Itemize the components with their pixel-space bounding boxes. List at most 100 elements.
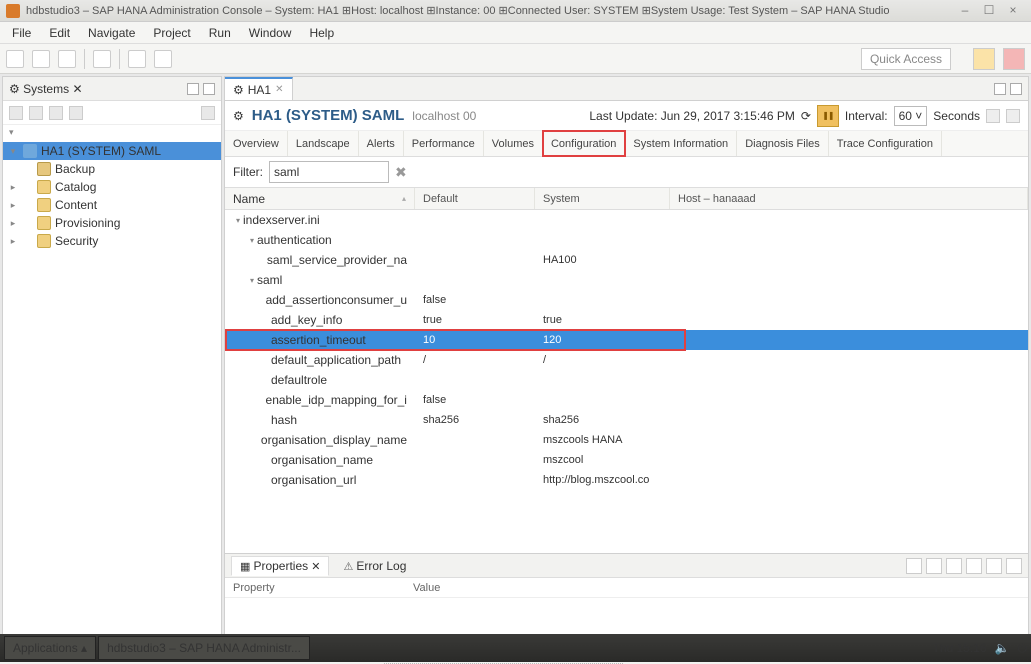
chevron-down-icon[interactable]: ▾ — [3, 125, 221, 140]
pause-button[interactable] — [817, 105, 839, 127]
col-system[interactable]: System — [535, 188, 670, 209]
refresh-icon[interactable]: ⟳ — [801, 109, 811, 123]
pin-icon[interactable] — [906, 558, 922, 574]
separator — [84, 49, 85, 69]
subtab-overview[interactable]: Overview — [225, 131, 288, 156]
tree-content[interactable]: ▸Content — [3, 196, 221, 214]
save-all-button[interactable] — [58, 50, 76, 68]
min-icon[interactable] — [986, 558, 1002, 574]
table-row[interactable]: organisation_namemszcool — [225, 450, 1028, 470]
minimize-button[interactable]: – — [953, 3, 977, 19]
col-name[interactable]: Name▴ — [225, 188, 415, 209]
subtab-performance[interactable]: Performance — [404, 131, 484, 156]
menu-window[interactable]: Window — [241, 24, 300, 42]
col-value[interactable]: Value — [405, 578, 448, 597]
interval-select[interactable]: 60 ˅ — [894, 106, 928, 126]
maximize-button[interactable]: ☐ — [977, 3, 1001, 19]
window-title: hdbstudio3 – SAP HANA Administration Con… — [26, 4, 953, 17]
system-icon: ⚙ — [233, 109, 244, 123]
power-icon[interactable]: ⏻ — [1018, 641, 1028, 656]
editor-maximize-button[interactable] — [1010, 83, 1022, 95]
settings-icon[interactable] — [1006, 109, 1020, 123]
menu-edit[interactable]: Edit — [41, 24, 78, 42]
tree-catalog[interactable]: ▸Catalog — [3, 178, 221, 196]
subtab-system-information[interactable]: System Information — [625, 131, 737, 156]
subtab-alerts[interactable]: Alerts — [359, 131, 404, 156]
table-row[interactable]: add_assertionconsumer_ufalse — [225, 290, 1028, 310]
table-row[interactable]: hashsha256sha256 — [225, 410, 1028, 430]
subtab-configuration[interactable]: Configuration — [543, 131, 625, 156]
col-host[interactable]: Host – hanaaad — [670, 188, 1028, 209]
tree-provisioning[interactable]: ▸Provisioning — [3, 214, 221, 232]
tree-icon[interactable] — [926, 558, 942, 574]
subtab-diagnosis-files[interactable]: Diagnosis Files — [737, 131, 829, 156]
perspective-open-button[interactable] — [973, 48, 995, 70]
filter-icon[interactable] — [946, 558, 962, 574]
task-hdbstudio[interactable]: hdbstudio3 – SAP HANA Administr... — [98, 636, 310, 660]
tree-backup[interactable]: Backup — [3, 160, 221, 178]
view-minimize-button[interactable] — [187, 83, 199, 95]
seconds-label: Seconds — [933, 109, 980, 123]
table-row[interactable]: assertion_timeout10120 — [225, 330, 1028, 350]
filter-input[interactable] — [269, 161, 389, 183]
table-row[interactable]: defaultrole — [225, 370, 1028, 390]
host-instance: localhost 00 — [412, 109, 476, 123]
separator — [119, 49, 120, 69]
systems-tree: ▾HA1 (SYSTEM) SAML Backup ▸Catalog ▸Cont… — [3, 140, 221, 639]
col-property[interactable]: Property — [225, 578, 405, 597]
tree-system-root[interactable]: ▾HA1 (SYSTEM) SAML — [3, 142, 221, 160]
subtab-trace-configuration[interactable]: Trace Configuration — [829, 131, 942, 156]
page-title: HA1 (SYSTEM) SAML — [252, 107, 405, 124]
nav-fwd-button[interactable] — [154, 50, 172, 68]
systems-view-title: ⚙ Systems ✕ — [9, 82, 83, 96]
volume-icon[interactable]: 🔈 — [995, 641, 1010, 655]
menu-bar: File Edit Navigate Project Run Window He… — [0, 22, 1031, 44]
menu-help[interactable]: Help — [301, 24, 342, 42]
tree-security[interactable]: ▸Security — [3, 232, 221, 250]
quick-access[interactable]: Quick Access — [861, 48, 951, 70]
nav-back-button[interactable] — [128, 50, 146, 68]
menu-icon[interactable] — [966, 558, 982, 574]
last-update-label: Last Update: Jun 29, 2017 3:15:46 PM — [589, 109, 794, 123]
tab-ha1[interactable]: ⚙ HA1 ✕ — [225, 77, 293, 101]
view-menu-icon[interactable] — [201, 106, 215, 120]
perspective-hana-button[interactable] — [1003, 48, 1025, 70]
close-tab-icon[interactable]: ✕ — [275, 84, 283, 95]
subtab-volumes[interactable]: Volumes — [484, 131, 543, 156]
tab-errorlog[interactable]: ⚠ Error Log — [335, 557, 414, 575]
max-icon[interactable] — [1006, 558, 1022, 574]
collapse-icon[interactable] — [69, 106, 83, 120]
close-button[interactable]: × — [1001, 3, 1025, 19]
debug-button[interactable] — [93, 50, 111, 68]
table-row[interactable]: add_key_infotruetrue — [225, 310, 1028, 330]
col-default[interactable]: Default — [415, 188, 535, 209]
table-row[interactable]: ▾authentication — [225, 230, 1028, 250]
clock: Thu 15:16 — [933, 641, 987, 655]
applications-menu[interactable]: Applications ▴ — [4, 636, 96, 660]
menu-project[interactable]: Project — [145, 24, 198, 42]
save-button[interactable] — [32, 50, 50, 68]
menu-file[interactable]: File — [4, 24, 39, 42]
folder-icon[interactable] — [29, 106, 43, 120]
app-icon — [6, 4, 20, 18]
system-icon: ⚙ — [233, 83, 244, 97]
link-icon[interactable] — [49, 106, 63, 120]
tab-properties[interactable]: ▦ Properties ✕ — [231, 556, 329, 576]
table-row[interactable]: organisation_display_namemszcools HANA — [225, 430, 1028, 450]
export-icon[interactable] — [986, 109, 1000, 123]
view-maximize-button[interactable] — [203, 83, 215, 95]
table-row[interactable]: enable_idp_mapping_for_ifalse — [225, 390, 1028, 410]
add-system-icon[interactable] — [9, 106, 23, 120]
clear-filter-icon[interactable]: ✖ — [395, 164, 407, 181]
editor-minimize-button[interactable] — [994, 83, 1006, 95]
table-row[interactable]: default_application_path// — [225, 350, 1028, 370]
table-row[interactable]: ▾indexserver.ini — [225, 210, 1028, 230]
filter-label: Filter: — [233, 165, 263, 179]
menu-run[interactable]: Run — [201, 24, 239, 42]
menu-navigate[interactable]: Navigate — [80, 24, 143, 42]
new-button[interactable] — [6, 50, 24, 68]
subtab-landscape[interactable]: Landscape — [288, 131, 359, 156]
table-row[interactable]: organisation_urlhttp://blog.mszcool.co — [225, 470, 1028, 490]
table-row[interactable]: saml_service_provider_naHA100 — [225, 250, 1028, 270]
table-row[interactable]: ▾saml — [225, 270, 1028, 290]
